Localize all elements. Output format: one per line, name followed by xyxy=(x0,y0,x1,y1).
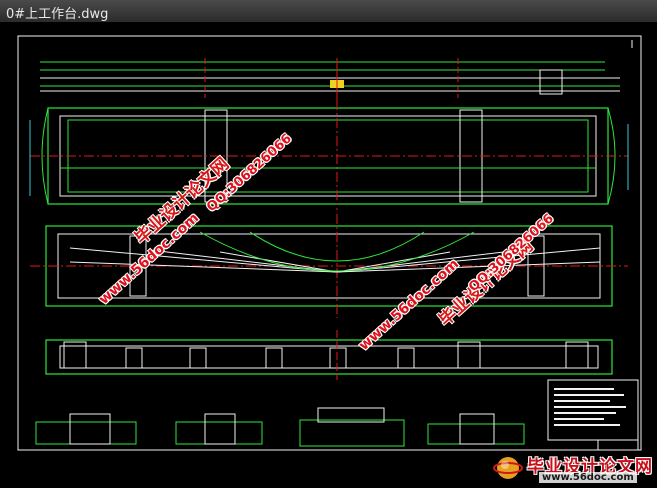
window-title: 0#上工作台.dwg xyxy=(6,7,109,22)
drawing-canvas[interactable]: 毕业设计论文网 www.56doc.com QQ:306826066 毕业设计论… xyxy=(0,22,657,488)
plan-view xyxy=(29,100,629,210)
brand-url: www.56doc.com xyxy=(539,472,637,483)
section-view xyxy=(45,330,613,380)
window-titlebar: 0#上工作台.dwg xyxy=(0,0,657,23)
brand-watermark: 毕业设计论文网 www.56doc.com xyxy=(487,450,655,486)
cad-drawing xyxy=(17,35,642,451)
detail-views xyxy=(35,407,525,447)
top-rail-view xyxy=(40,58,620,100)
globe-logo-icon xyxy=(493,457,523,479)
title-block xyxy=(547,379,639,451)
